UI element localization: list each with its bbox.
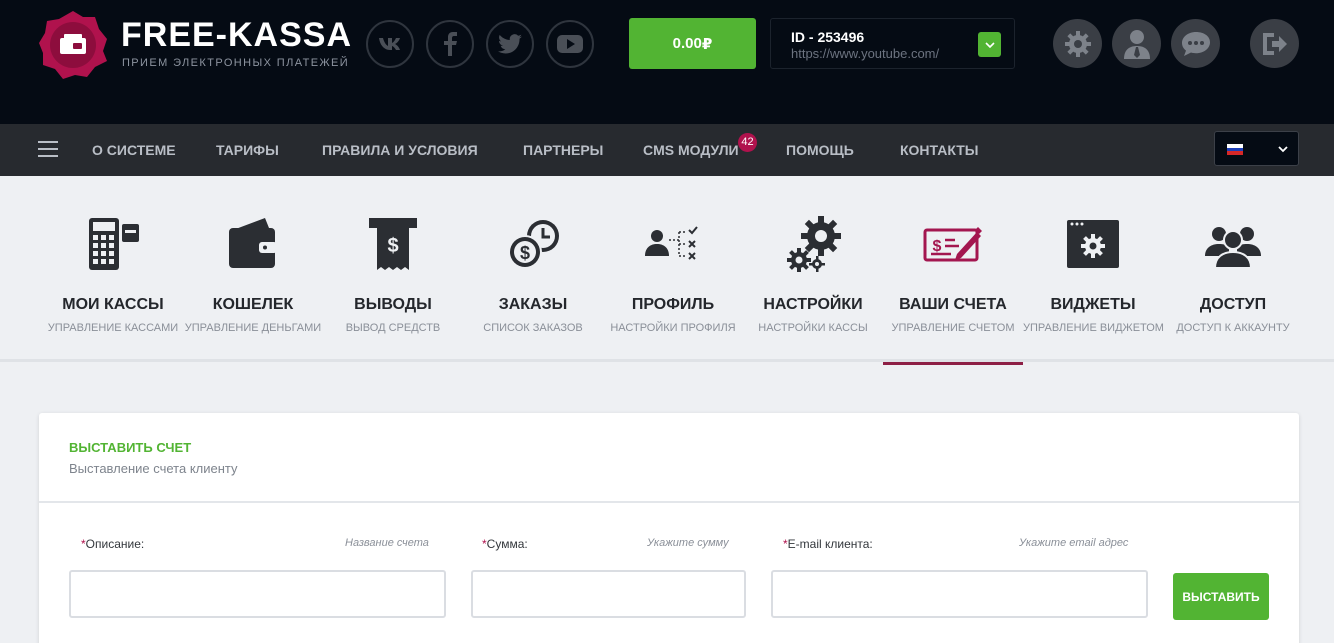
brand-name: FREE-KASSA (121, 16, 353, 54)
coins-clock-icon: $ (508, 220, 559, 269)
menu-item-contacts[interactable]: КОНТАКТЫ (900, 124, 978, 176)
card-divider (39, 501, 1299, 503)
amount-label-text: Сумма: (486, 537, 528, 551)
section-invoices[interactable]: $ ВАШИ СЧЕТА УПРАВЛЕНИЕ СЧЕТОМ (883, 176, 1023, 365)
gear-icon (1064, 30, 1091, 57)
svg-text:$: $ (933, 238, 942, 255)
card-title: ВЫСТАВИТЬ СЧЕТ (69, 440, 192, 455)
top-header: FREE-KASSA ПРИЕМ ЭЛЕКТРОННЫХ ПЛАТЕЖЕЙ 0.… (0, 0, 1334, 124)
section-settings[interactable]: НАСТРОЙКИ НАСТРОЙКИ КАССЫ (743, 176, 883, 362)
section-orders[interactable]: $ ЗАКАЗЫ СПИСОК ЗАКАЗОВ (463, 176, 603, 362)
section-subtitle: ДОСТУП К АККАУНТУ (1176, 322, 1290, 334)
section-subtitle: НАСТРОЙКИ КАССЫ (758, 322, 868, 334)
vk-icon (379, 38, 400, 50)
section-navigation: МОИ КАССЫ УПРАВЛЕНИЕ КАССАМИ КОШЕЛЕК УПР… (0, 176, 1334, 365)
chat-icon (1181, 31, 1210, 56)
profile-button[interactable] (1112, 19, 1161, 68)
user-icon (1123, 29, 1150, 59)
wallet-icon (229, 218, 277, 268)
section-title: ВИДЖЕТЫ (1050, 296, 1136, 313)
chevron-down-icon (984, 41, 995, 48)
section-subtitle: УПРАВЛЕНИЕ ДЕНЬГАМИ (184, 322, 322, 334)
section-withdrawals[interactable]: $ ВЫВОДЫ ВЫВОД СРЕДСТВ (323, 176, 463, 362)
section-wallet[interactable]: КОШЕЛЕК УПРАВЛЕНИЕ ДЕНЬГАМИ (183, 176, 323, 362)
youtube-social-button[interactable] (546, 20, 594, 68)
messages-button[interactable] (1171, 19, 1220, 68)
email-label: *E-mail клиента: (783, 537, 873, 551)
balance-button[interactable]: 0.00 ₽ (629, 18, 756, 69)
account-dropdown-button[interactable] (978, 32, 1001, 57)
account-site: https://www.youtube.com/ (791, 46, 940, 61)
logout-icon (1262, 32, 1287, 55)
section-subtitle: УПРАВЛЕНИЕ ВИДЖЕТОМ (1023, 322, 1164, 334)
section-access[interactable]: ДОСТУП ДОСТУП К АККАУНТУ (1163, 176, 1303, 362)
twitter-icon (498, 34, 522, 54)
menu-item-help[interactable]: ПОМОЩЬ (786, 124, 854, 176)
language-selector[interactable] (1214, 131, 1299, 166)
chevron-down-icon (1278, 146, 1288, 153)
section-title: КОШЕЛЕК (212, 296, 294, 313)
account-id: ID - 253496 (791, 29, 865, 45)
amount-hint: Укажите сумму (647, 537, 729, 549)
description-input[interactable] (69, 570, 446, 618)
check-pen-icon: $ (923, 227, 982, 262)
section-title: МОИ КАССЫ (62, 296, 164, 313)
users-group-icon (1205, 227, 1261, 269)
logo-icon[interactable] (37, 9, 109, 81)
menu-item-about[interactable]: О СИСТЕМЕ (92, 124, 176, 176)
youtube-icon (557, 35, 583, 53)
invoice-card: ВЫСТАВИТЬ СЧЕТ Выставление счета клиенту… (39, 413, 1299, 643)
section-title: НАСТРОЙКИ (763, 296, 863, 313)
svg-text:$: $ (520, 243, 530, 263)
section-subtitle: ВЫВОД СРЕДСТВ (345, 322, 441, 334)
settings-button[interactable] (1053, 19, 1102, 68)
description-label-text: Описание: (85, 537, 145, 551)
twitter-social-button[interactable] (486, 20, 534, 68)
section-title: ВАШИ СЧЕТА (899, 296, 1007, 313)
section-subtitle: УПРАВЛЕНИЕ КАССАМИ (47, 322, 179, 334)
receipt-icon: $ (369, 218, 417, 270)
card-subtitle: Выставление счета клиенту (69, 461, 238, 476)
email-hint: Укажите email адрес (1019, 537, 1129, 549)
section-widgets[interactable]: ВИДЖЕТЫ УПРАВЛЕНИЕ ВИДЖЕТОМ (1023, 176, 1164, 362)
description-hint: Название счета (345, 537, 429, 549)
section-subtitle: УПРАВЛЕНИЕ СЧЕТОМ (891, 322, 1015, 334)
facebook-social-button[interactable] (426, 20, 474, 68)
section-subtitle: СПИСОК ЗАКАЗОВ (483, 322, 583, 334)
svg-text:$: $ (387, 235, 398, 257)
issue-invoice-button[interactable]: ВЫСТАВИТЬ (1173, 573, 1269, 620)
section-profile[interactable]: ПРОФИЛЬ НАСТРОЙКИ ПРОФИЛЯ (603, 176, 743, 362)
account-selector[interactable]: ID - 253496 https://www.youtube.com/ (770, 18, 1015, 69)
amount-label: *Сумма: (482, 537, 528, 551)
logout-button[interactable] (1250, 19, 1299, 68)
vk-social-button[interactable] (366, 20, 414, 68)
cms-modules-count-badge: 42 (738, 133, 757, 152)
menu-item-cms-modules[interactable]: CMS МОДУЛИ (643, 124, 739, 176)
menu-item-partners[interactable]: ПАРТНЕРЫ (523, 124, 603, 176)
cash-register-icon (89, 218, 139, 270)
facebook-icon (444, 32, 457, 56)
amount-input[interactable] (471, 570, 746, 618)
hamburger-menu-icon[interactable] (38, 141, 58, 159)
description-label: *Описание: (81, 537, 144, 551)
balance-value: 0.00 (672, 35, 702, 52)
email-label-text: E-mail клиента: (787, 537, 873, 551)
menu-item-rules[interactable]: ПРАВИЛА И УСЛОВИЯ (322, 124, 478, 176)
balance-currency: ₽ (701, 35, 713, 53)
email-input[interactable] (771, 570, 1148, 618)
russia-flag-icon (1227, 144, 1243, 155)
widget-window-icon (1067, 220, 1119, 268)
main-menu: О СИСТЕМЕ ТАРИФЫ ПРАВИЛА И УСЛОВИЯ ПАРТН… (0, 124, 1334, 176)
brand-tagline: ПРИЕМ ЭЛЕКТРОННЫХ ПЛАТЕЖЕЙ (122, 57, 350, 69)
section-title: ЗАКАЗЫ (498, 296, 568, 313)
section-title: ПРОФИЛЬ (631, 296, 715, 313)
section-my-kassas[interactable]: МОИ КАССЫ УПРАВЛЕНИЕ КАССАМИ (43, 176, 183, 362)
section-subtitle: НАСТРОЙКИ ПРОФИЛЯ (610, 322, 736, 334)
gears-icon (787, 216, 841, 272)
section-title: ВЫВОДЫ (354, 296, 432, 313)
menu-item-tariffs[interactable]: ТАРИФЫ (216, 124, 279, 176)
profile-checklist-icon (645, 226, 698, 260)
section-title: ДОСТУП (1199, 296, 1267, 313)
